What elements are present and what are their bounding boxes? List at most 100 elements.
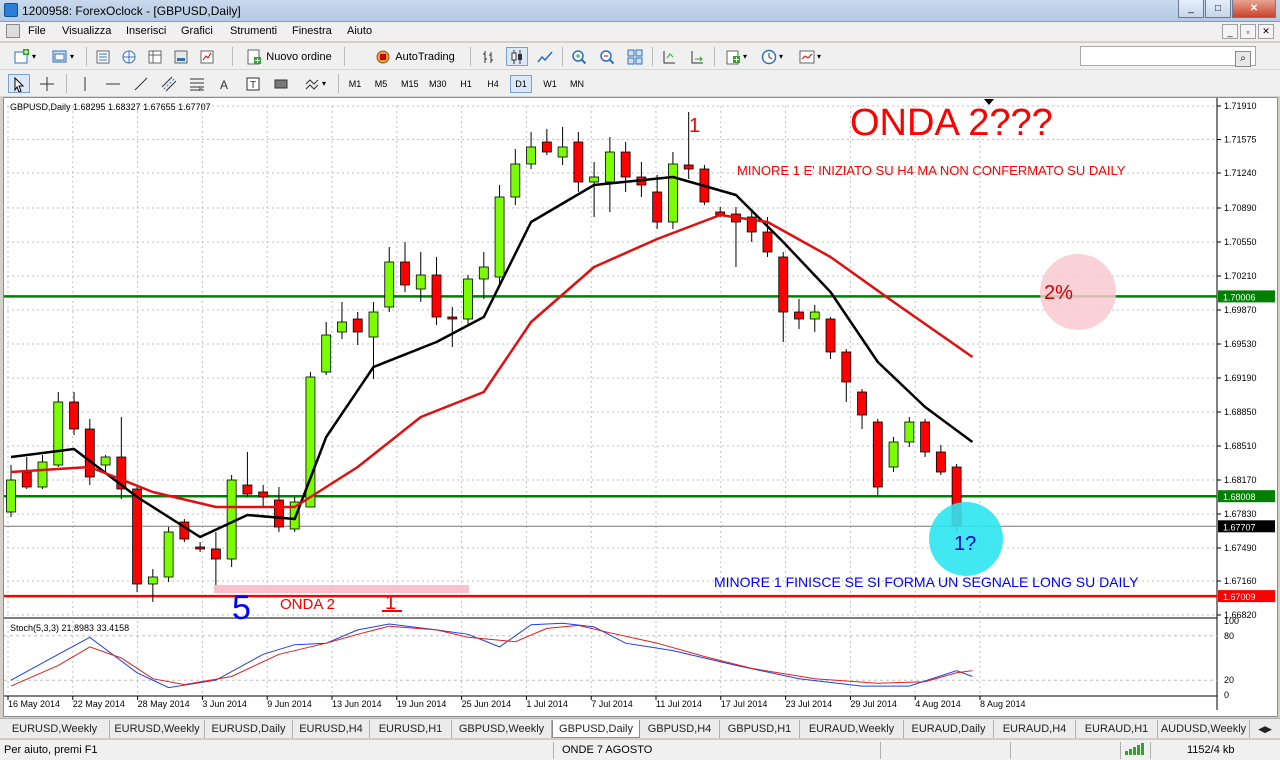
price-label-text: 1.67009 [1223,592,1256,602]
search-icon[interactable]: ⌕ [1235,51,1251,67]
text-label-icon: T [246,77,260,91]
connection-status-icon[interactable] [1124,742,1146,759]
mdi-close-button[interactable]: ✕ [1258,24,1274,39]
equidistant-channel-button[interactable] [158,74,180,93]
timeframe-h1[interactable]: H1 [455,75,477,93]
navigator-button[interactable] [118,47,140,66]
menu-file[interactable]: File [28,25,46,37]
market-watch-button[interactable] [92,47,114,66]
tab-gbpusd-h4[interactable]: GBPUSD,H4 [640,720,720,738]
candle-body [100,456,111,466]
trendline-button[interactable] [130,74,152,93]
chart-shift-icon [663,50,675,63]
timeframe-m15[interactable]: M15 [398,75,422,93]
maximize-button[interactable]: □ [1205,0,1231,18]
zoom-out-button[interactable] [596,47,618,66]
minimize-button[interactable]: _ [1178,0,1204,18]
data-window-button[interactable] [144,47,166,66]
tab-scroll-arrows[interactable]: ◀ ▶ [1250,720,1280,738]
menu-inserisci[interactable]: Inserisci [126,25,166,37]
tab-eurusd-h1[interactable]: EURUSD,H1 [370,720,452,738]
osc-scale-label: 20 [1224,675,1234,685]
terminal-icon [174,50,188,63]
tab-gbpusd-h1[interactable]: GBPUSD,H1 [720,720,800,738]
price-chart[interactable]: ONDA 2??? 1 MINORE 1 E' INIZIATO SU H4 MA … [4,98,1277,716]
tab-gbpusd-weekly[interactable]: GBPUSD,Weekly [452,720,552,738]
objects-menu-button[interactable]: ▾ [298,74,332,93]
menu-strumenti[interactable]: Strumenti [230,25,277,37]
horizontal-line-icon [106,83,120,84]
price-label-text: 1.70006 [1223,292,1256,302]
chart-window-icon[interactable] [6,24,20,38]
timeframe-w1[interactable]: W1 [539,75,561,93]
text-label-button[interactable]: T [242,74,264,93]
tab-euraud-weekly[interactable]: EURAUD,Weekly [800,720,904,738]
candlestick-icon [511,49,522,64]
mdi-minimize-button[interactable]: _ [1222,24,1238,39]
candle-body [163,531,174,578]
svg-text:T: T [250,80,256,91]
tab-scroll-left-icon[interactable]: ◀ [1258,724,1265,735]
time-tick-label: 17 Jul 2014 [721,699,768,709]
tab-euraud-h4[interactable]: EURAUD,H4 [994,720,1076,738]
timeframe-m1[interactable]: M1 [344,75,366,93]
tab-euraud-h1[interactable]: EURAUD,H1 [1076,720,1158,738]
tab-eurusd-h4[interactable]: EURUSD,H4 [293,720,370,738]
periods-button[interactable]: ▾ [756,47,788,66]
tab-eurusd-daily[interactable]: EURUSD,Daily [205,720,293,738]
osc-scale-label: 80 [1224,631,1234,641]
tile-windows-icon [627,49,643,64]
rectangle-button[interactable] [270,74,292,93]
menu-grafici[interactable]: Grafici [181,25,213,37]
timeframe-m30[interactable]: M30 [426,75,450,93]
tester-button[interactable] [196,47,218,66]
chart-shift-button[interactable] [658,47,680,66]
price-label-text: 1.67707 [1223,522,1256,532]
line-chart-button[interactable] [534,47,556,66]
timeframe-m5[interactable]: M5 [370,75,392,93]
timeframe-h4[interactable]: H4 [482,75,504,93]
cursor-button[interactable] [8,74,30,93]
fibonacci-button[interactable]: F [186,74,208,93]
menu-visualizza[interactable]: Visualizza [62,25,111,37]
candle-body [604,151,615,183]
indicators-icon [726,50,740,64]
timeframe-mn[interactable]: MN [566,75,588,93]
bar-chart-button[interactable] [478,47,500,66]
menu-aiuto[interactable]: Aiuto [347,25,372,37]
time-tick-label: 4 Aug 2014 [915,699,961,709]
annotation-question: 1? [954,533,976,555]
tab-eurusd-weekly-2[interactable]: EURUSD,Weekly [110,720,205,738]
tab-eurusd-weekly[interactable]: EURUSD,Weekly [0,720,110,738]
terminal-button[interactable] [170,47,192,66]
horizontal-line-button[interactable] [102,74,124,93]
text-button[interactable]: A [214,74,236,93]
profiles-icon [52,50,67,62]
tab-gbpusd-daily[interactable]: GBPUSD,Daily [552,720,640,738]
candle-body [431,274,442,318]
auto-scroll-button[interactable] [686,47,708,66]
vertical-line-button[interactable] [74,74,96,93]
search-input[interactable]: ⌕ [1080,46,1256,67]
profiles-button[interactable]: ▾ [46,47,80,66]
candle-body [557,146,568,158]
price-tick-label: 1.67830 [1224,509,1257,519]
timeframe-d1[interactable]: D1 [510,75,532,93]
tab-audusd-weekly[interactable]: AUDUSD,Weekly [1158,720,1250,738]
new-order-button[interactable]: Nuovo ordine [240,47,338,66]
autotrading-button[interactable]: AutoTrading [368,47,462,66]
mdi-restore-button[interactable]: ▫ [1240,24,1256,39]
menu-finestra[interactable]: Finestra [292,25,332,37]
crosshair-button[interactable] [36,74,58,93]
candle-body [794,311,804,320]
zoom-in-button[interactable] [568,47,590,66]
indicators-button[interactable]: ▾ [720,47,752,66]
tile-windows-button[interactable] [624,47,646,66]
candlestick-chart-button[interactable] [506,47,528,66]
tab-euraud-daily[interactable]: EURAUD,Daily [904,720,994,738]
tab-scroll-right-icon[interactable]: ▶ [1265,724,1272,735]
close-button[interactable]: ✕ [1232,0,1276,18]
templates-button[interactable]: ▾ [792,47,828,66]
chart-window[interactable]: ONDA 2??? 1 MINORE 1 E' INIZIATO SU H4 MA … [3,97,1278,717]
new-chart-button[interactable]: ▾ [8,47,42,66]
